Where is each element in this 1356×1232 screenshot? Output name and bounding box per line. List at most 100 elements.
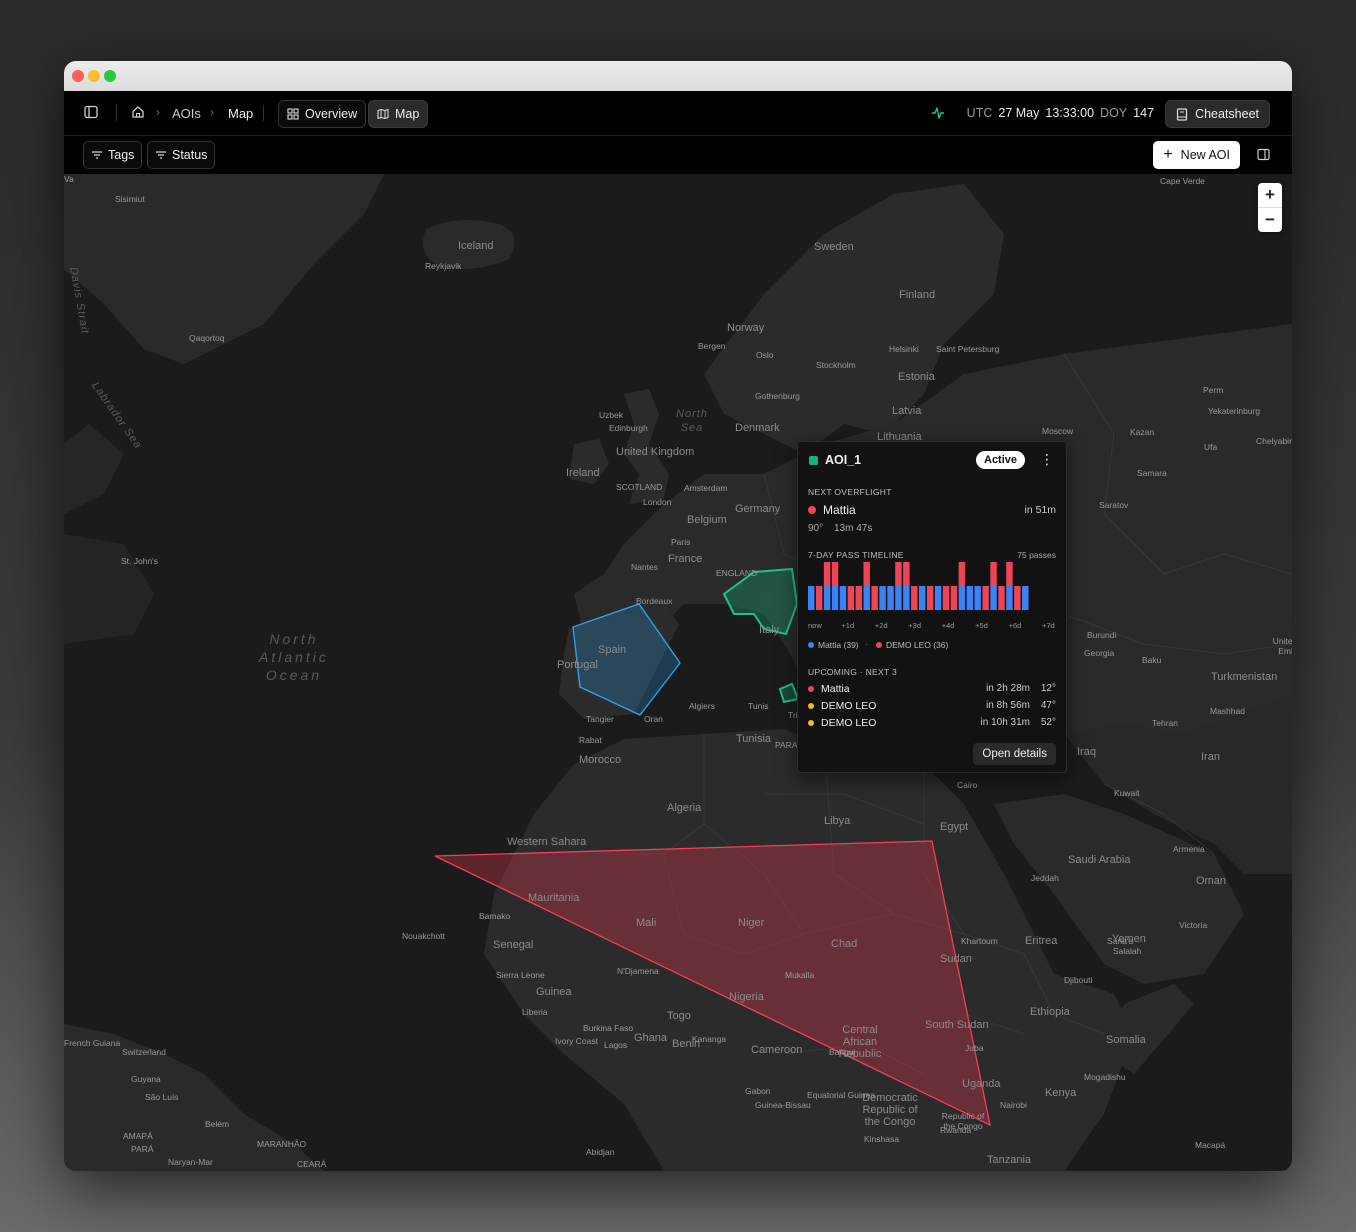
map-label-country: Italy	[759, 624, 780, 636]
upcoming-name: DEMO LEO	[821, 700, 877, 712]
map-label-city: Gothenburg	[755, 391, 800, 401]
timeline-title: 7-DAY PASS TIMELINE	[808, 550, 904, 560]
more-options-icon[interactable]: ⋮	[1040, 452, 1054, 466]
map-label-country: Cameroon	[751, 1044, 803, 1056]
timeline-bar-demo-leo	[863, 562, 870, 586]
map-label-country: Iraq	[1077, 746, 1096, 758]
timeline-tick-label: now	[808, 621, 822, 630]
next-satellite-eta: in 51m	[1024, 504, 1056, 516]
map-label-country: Somalia	[1106, 1034, 1146, 1046]
aoi-status-badge: Active	[976, 451, 1026, 469]
zoom-out-button[interactable]: −	[1258, 207, 1282, 232]
map-label-country: Iran	[1201, 751, 1220, 763]
filter-icon	[156, 151, 166, 159]
map-label-city: Lagos	[604, 1040, 628, 1050]
map-label-city: Mogadishu	[1084, 1072, 1126, 1082]
utc-label: UTC	[966, 106, 993, 120]
timeline-tick-label: +1d	[841, 621, 854, 630]
breadcrumb-aois[interactable]: AOIs	[172, 106, 201, 121]
map-label-city: Bergen	[698, 341, 726, 351]
timeline-bar-mattia	[823, 586, 831, 610]
timeline-bar-mattia	[966, 586, 973, 610]
timeline-count: 75 passes	[1017, 550, 1056, 560]
upcoming-eta: in 2h 28m	[986, 683, 1030, 694]
map-label-city: Bordeaux	[636, 596, 673, 606]
map-label-country: Sweden	[814, 241, 854, 253]
zoom-window-button[interactable]	[104, 70, 116, 82]
close-window-button[interactable]	[72, 70, 84, 82]
timeline-bar-demo-leo	[823, 562, 831, 586]
open-details-button[interactable]: Open details	[973, 743, 1056, 765]
home-icon[interactable]	[131, 105, 145, 119]
map-label-city: MARANHÃO	[257, 1139, 307, 1149]
map-label-country: Spain	[598, 644, 627, 656]
upcoming-row[interactable]: DEMO LEO in 8h 56m 47°	[808, 700, 1056, 714]
map-label-city: Sana'a	[1107, 936, 1134, 946]
zoom-in-button[interactable]: +	[1258, 183, 1282, 207]
tab-map[interactable]: Map	[368, 100, 429, 128]
map-label-city: Ivory Coast	[555, 1036, 598, 1046]
map-label-city: Kinshasa	[864, 1134, 899, 1144]
map-label-country: Finland	[899, 289, 936, 301]
map-label-city: Sisimiut	[115, 194, 145, 204]
map-label-city: Cape Verde	[1160, 176, 1205, 186]
upcoming-elev: 52°	[1040, 717, 1056, 728]
map-label-city: Chelyabinsk	[1256, 436, 1292, 446]
status-filter-button[interactable]: Status	[147, 141, 216, 169]
new-aoi-button[interactable]: + New AOI	[1153, 141, 1240, 169]
map-label-city: Oran	[644, 714, 663, 724]
map-label-country: Mauritania	[528, 892, 580, 904]
map-label-city: Bangui	[829, 1047, 856, 1057]
grid-icon	[287, 108, 299, 120]
timeline-tick-label: +4d	[942, 621, 955, 630]
cheatsheet-button[interactable]: Cheatsheet	[1165, 100, 1270, 128]
map-label-country: Eritrea	[1025, 935, 1058, 947]
panel-toggle-icon[interactable]	[1257, 148, 1270, 166]
map-label-city: Djibouti	[1064, 975, 1093, 985]
tab-overview-label: Overview	[305, 107, 358, 121]
map-label-country: Estonia	[898, 371, 935, 383]
app-window: › AOIs › Map Overview Map UTC 27 May 13:…	[64, 61, 1292, 1171]
upcoming-dot	[808, 720, 814, 726]
map-label-country: Denmark	[735, 422, 780, 434]
upcoming-eta: in 10h 31m	[980, 717, 1030, 728]
map-label-country: Libya	[824, 815, 851, 827]
sidebar-toggle-icon[interactable]	[84, 105, 98, 119]
map-label-country: Ethiopia	[1030, 1006, 1070, 1018]
map-canvas[interactable]: Iceland Sweden Finland Norway Denmark Ireland…	[64, 174, 1292, 1171]
map-label-city: Macapá	[1195, 1140, 1226, 1150]
map-label-city: Saratov	[1099, 500, 1129, 510]
doy-label: DOY	[1100, 106, 1128, 120]
map-label-city: Reykjavik	[425, 261, 462, 271]
map-label-city: Helsinki	[889, 344, 919, 354]
map-label-city: Rabat	[579, 735, 602, 745]
upcoming-elev: 47°	[1040, 700, 1056, 711]
map-label-city: Amsterdam	[684, 483, 728, 493]
tab-overview[interactable]: Overview	[278, 100, 367, 128]
minimize-window-button[interactable]	[88, 70, 100, 82]
map-label-country: Germany	[735, 503, 781, 515]
map-label-city: Moscow	[1042, 426, 1074, 436]
map-label-city: Cairo	[957, 780, 978, 790]
upcoming-dot	[808, 686, 814, 692]
map-label-country: Ghana	[634, 1032, 668, 1044]
map-label-country: Mali	[636, 917, 657, 929]
map-label-city: Georgia	[1084, 648, 1115, 658]
timeline-bar-demo-leo	[926, 586, 934, 610]
legend-dot-demo-leo	[876, 642, 882, 648]
filter-bar: Tags Status + New AOI	[64, 136, 1292, 174]
map-label-country: Iceland	[458, 240, 494, 252]
map-label-city: Equatorial Guinea	[807, 1090, 876, 1100]
map-label-country: Chad	[831, 938, 858, 950]
upcoming-row[interactable]: DEMO LEO in 10h 31m 52°	[808, 717, 1056, 731]
upcoming-row[interactable]: Mattia in 2h 28m 12°	[808, 683, 1056, 697]
map-label-city: London	[643, 497, 672, 507]
map-label-country: Ireland	[566, 467, 600, 479]
timeline-bar-mattia	[974, 586, 981, 610]
breadcrumb-map[interactable]: Map	[228, 106, 253, 121]
timeline-bar-demo-leo	[950, 586, 958, 610]
tags-filter-button[interactable]: Tags	[83, 141, 143, 169]
timeline-tick-label: +2d	[875, 621, 888, 630]
next-satellite-dot	[808, 506, 816, 514]
timeline-bar-demo-leo	[855, 586, 862, 610]
